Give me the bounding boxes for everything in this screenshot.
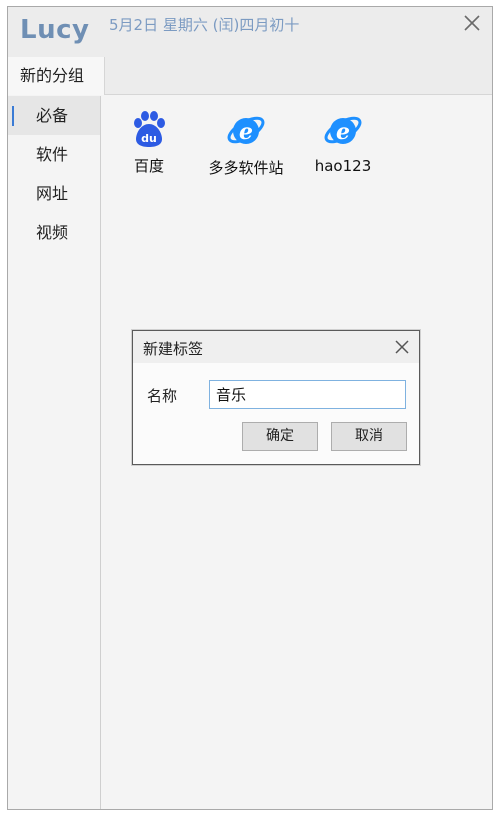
ie-icon: e: [324, 116, 362, 145]
main-window: Lucy 5月2日 星期六 (闰)四月初十 新的分组 必备 软件 网址 视频 d…: [7, 6, 493, 810]
app-label: 百度: [133, 157, 164, 175]
name-input[interactable]: [209, 380, 406, 409]
dialog-close-icon[interactable]: [393, 338, 411, 356]
close-icon[interactable]: [460, 11, 484, 35]
svg-text:e: e: [336, 119, 350, 145]
ie-icon: e: [227, 116, 265, 145]
app-baidu[interactable]: du 百度: [124, 109, 174, 176]
sidebar-item-websites[interactable]: 网址: [8, 174, 100, 213]
app-duoduo[interactable]: e 多多软件站: [196, 109, 296, 178]
sidebar-item-videos[interactable]: 视频: [8, 213, 100, 252]
app-label: 多多软件站: [208, 159, 284, 177]
sidebar-item-software[interactable]: 软件: [8, 135, 100, 174]
cancel-button[interactable]: 取消: [331, 422, 407, 451]
sidebar-item-essentials[interactable]: 必备: [8, 96, 100, 135]
name-label: 名称: [147, 387, 178, 405]
app-hao123[interactable]: e hao123: [308, 109, 378, 175]
title-bar: Lucy 5月2日 星期六 (闰)四月初十: [8, 7, 492, 57]
dialog-title: 新建标签: [143, 340, 204, 358]
date-text: 5月2日 星期六 (闰)四月初十: [109, 16, 300, 34]
baidu-paw-icon: du: [134, 111, 165, 147]
app-name: Lucy: [20, 15, 90, 45]
tab-new-group[interactable]: 新的分组: [8, 57, 105, 95]
confirm-button[interactable]: 确定: [242, 422, 318, 451]
new-tag-dialog: 新建标签 名称 确定 取消: [132, 330, 420, 465]
group-tab-bar: 新的分组: [8, 57, 492, 95]
category-sidebar: 必备 软件 网址 视频: [8, 96, 101, 809]
svg-text:e: e: [239, 119, 253, 145]
svg-text:du: du: [141, 132, 157, 145]
app-label: hao123: [314, 157, 372, 175]
